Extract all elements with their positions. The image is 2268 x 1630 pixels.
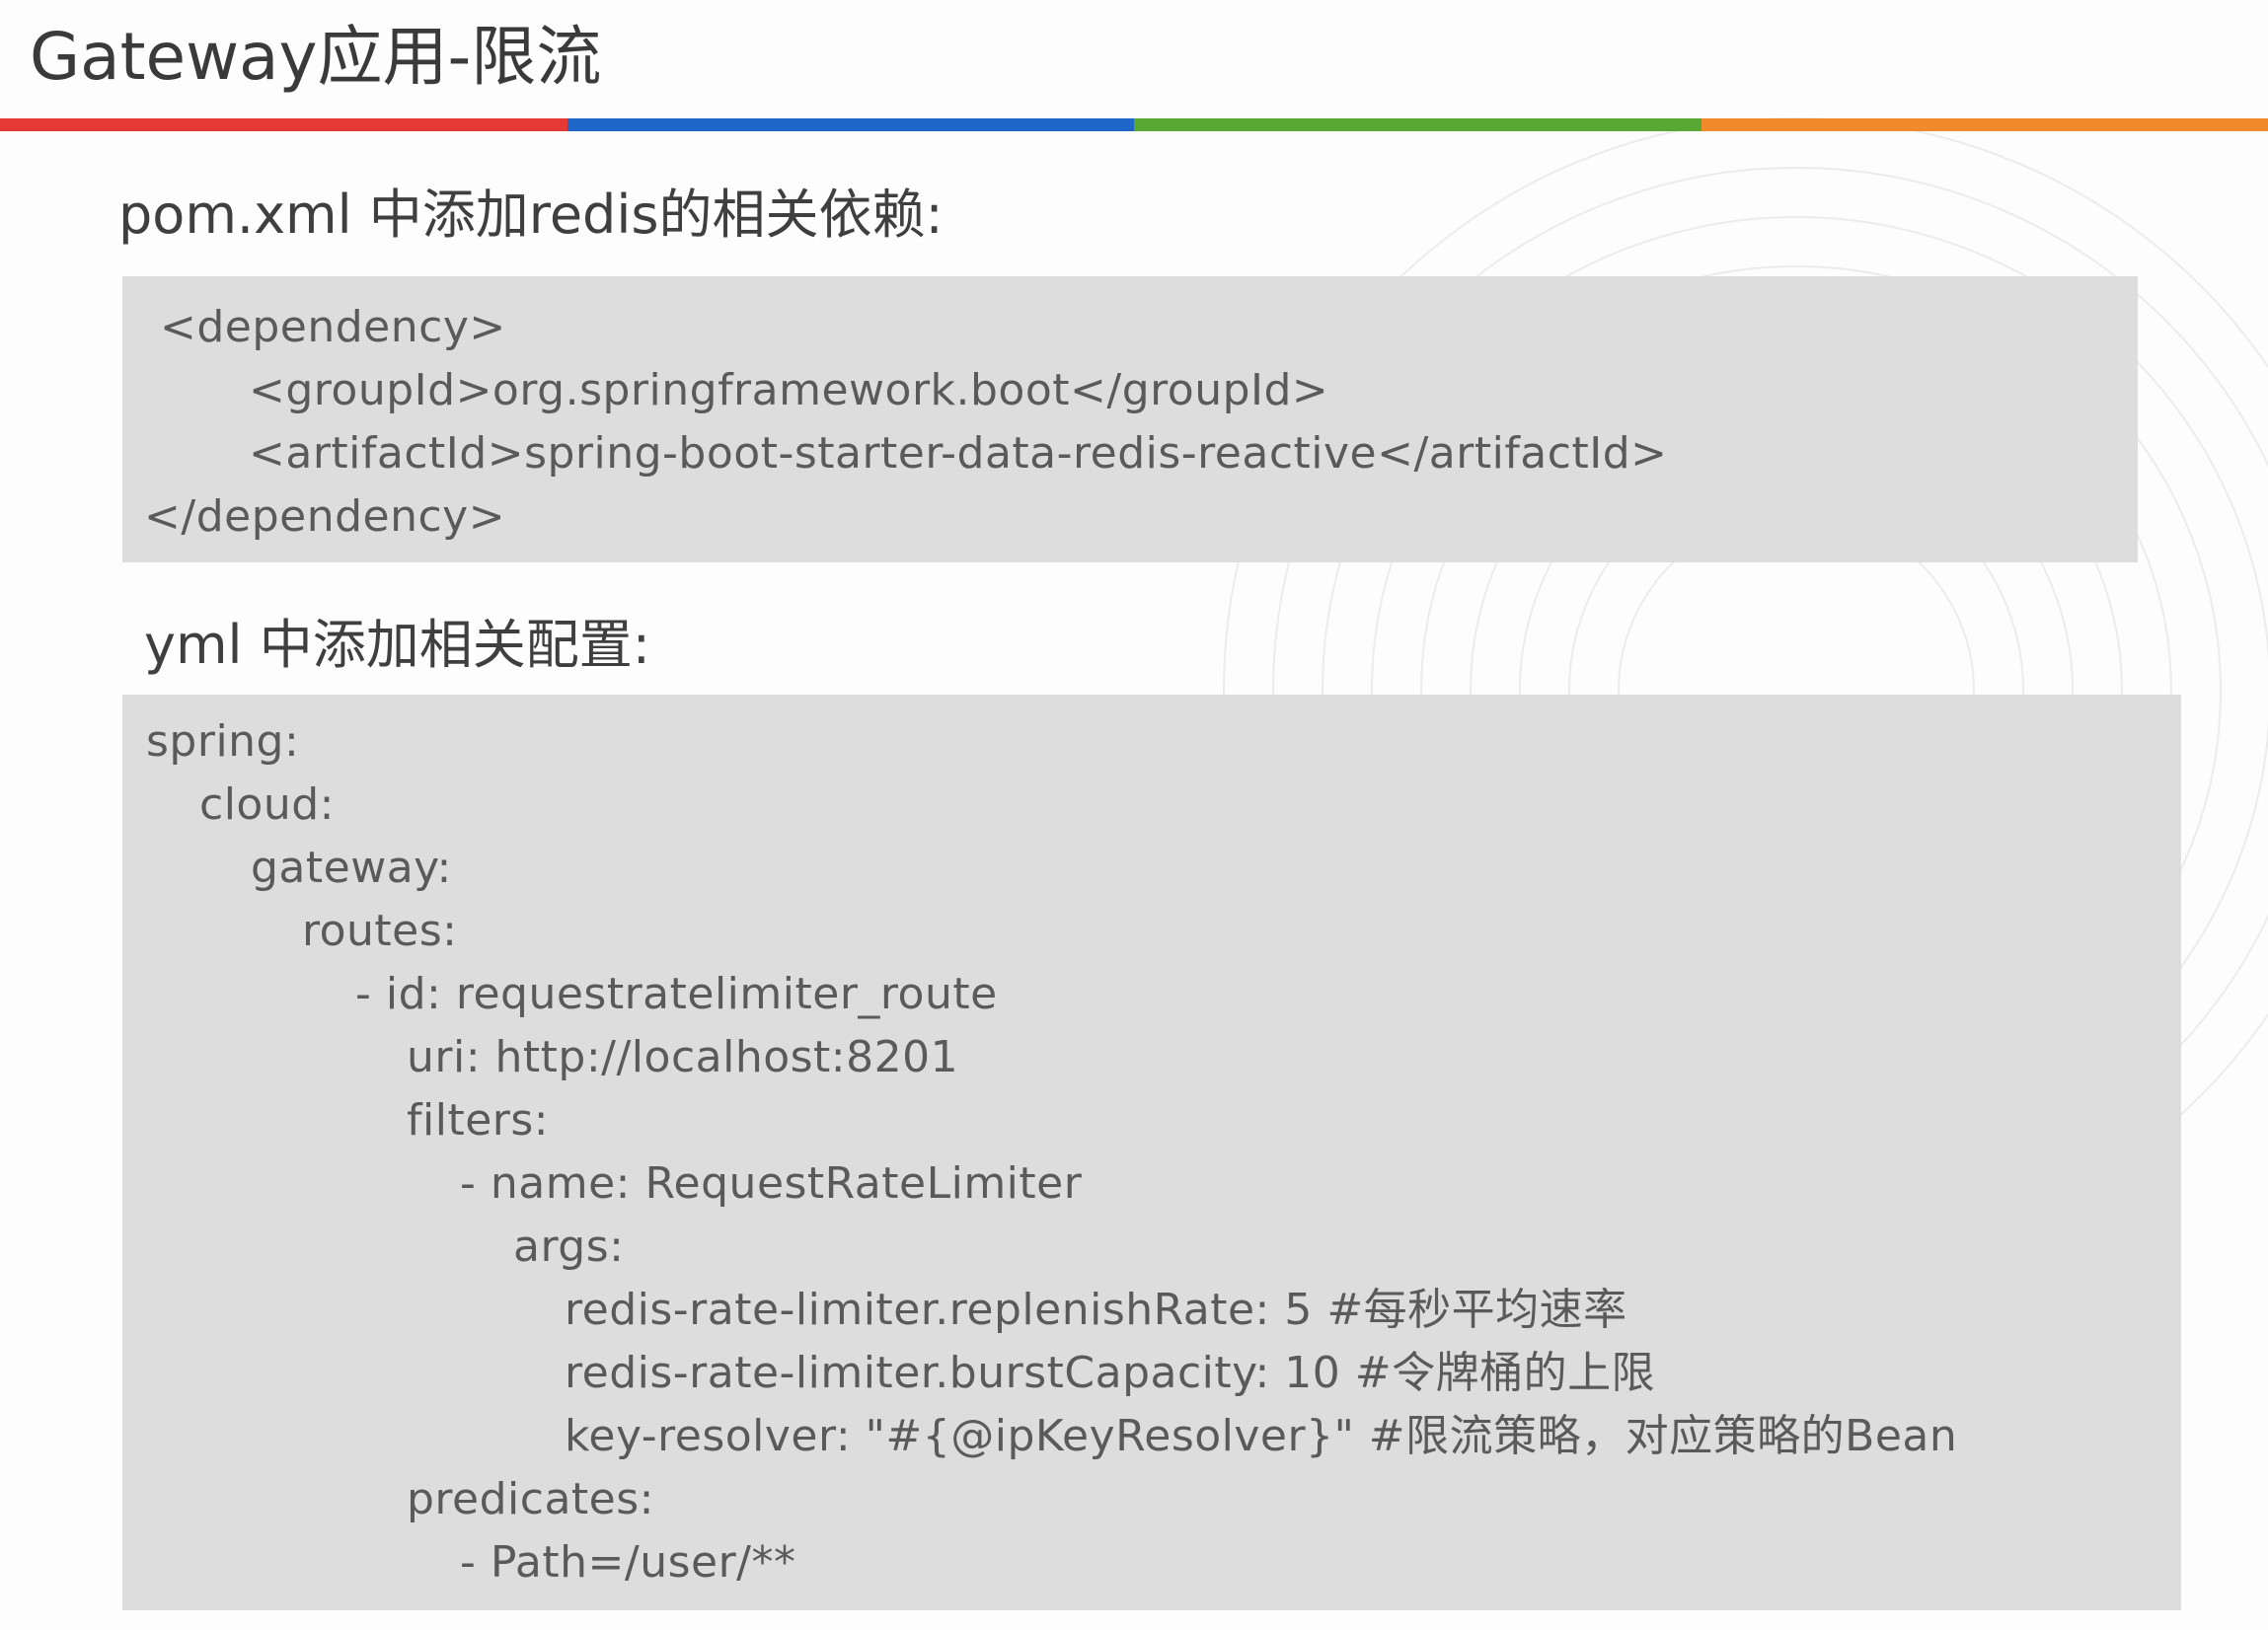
code-line: <groupId>org.springframework.boot</group… [249,365,1329,415]
pom-section-heading: pom.xml 中添加redis的相关依赖: [118,184,944,246]
yml-section-heading: yml 中添加相关配置: [144,614,650,676]
pom-code-block: <dependency> <groupId>org.springframewor… [122,276,2138,562]
header-color-bar [0,118,2268,131]
color-bar-red [0,118,567,131]
slide-title: Gateway应用-限流 [30,19,602,95]
code-line: </dependency> [144,491,506,542]
code-line: gateway: [251,843,452,893]
color-bar-orange [1701,118,2268,131]
code-line: - name: RequestRateLimiter [460,1158,1083,1209]
code-line: routes: [302,906,458,956]
code-line: - Path=/user/** [460,1537,796,1588]
code-line: spring: [146,716,300,767]
code-line: <dependency> [160,302,506,352]
code-line: <artifactId>spring-boot-starter-data-red… [249,428,1668,479]
color-bar-green [1134,118,1701,131]
code-line: cloud: [199,779,335,830]
code-line: filters: [407,1095,550,1146]
code-line: - id: requestratelimiter_route [355,969,998,1019]
code-line: redis-rate-limiter.replenishRate: 5 #每秒平… [565,1285,1627,1335]
code-line: key-resolver: "#{@ipKeyResolver}" #限流策略，… [565,1411,1958,1461]
code-line: args: [513,1222,625,1272]
code-line: predicates: [407,1474,655,1524]
code-line: redis-rate-limiter.burstCapacity: 10 #令牌… [565,1348,1656,1398]
code-line: uri: http://localhost:8201 [407,1032,959,1082]
yml-code-block: spring: cloud: gateway: routes: - id: re… [122,695,2181,1610]
color-bar-blue [567,118,1134,131]
